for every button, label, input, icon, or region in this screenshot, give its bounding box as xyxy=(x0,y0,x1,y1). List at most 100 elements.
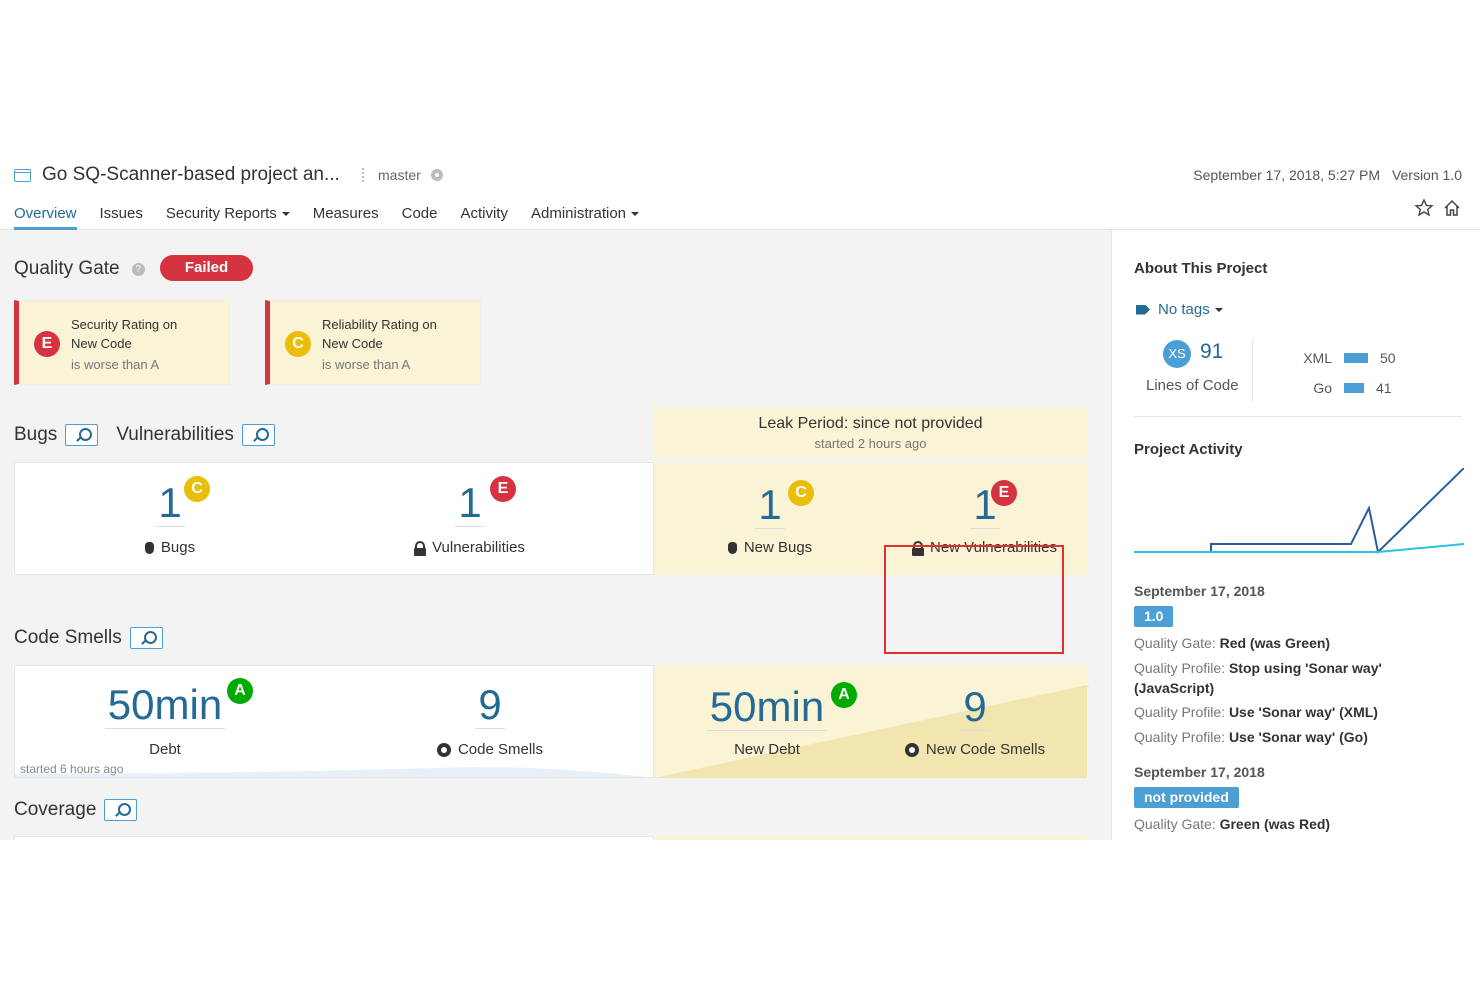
condition-text: Security Rating on New Code is worse tha… xyxy=(71,315,177,374)
condition-metric: Security Rating on xyxy=(71,317,178,332)
favorite-star-icon[interactable] xyxy=(1414,198,1434,218)
project-sidebar: About This Project No tags XS 91 Lines o… xyxy=(1111,230,1480,840)
condition-scope: New Code xyxy=(322,336,383,351)
vulns-search-button[interactable] xyxy=(241,424,275,446)
bug-icon xyxy=(144,541,154,554)
loc-separator xyxy=(1252,340,1253,402)
project-name[interactable]: Go SQ-Scanner-based project an... xyxy=(42,164,340,186)
language-bar xyxy=(1344,383,1364,393)
debt-value[interactable]: 50min xyxy=(104,682,226,729)
condition-reliability-rating[interactable]: C Reliability Rating on New Code is wors… xyxy=(265,300,481,385)
version-badge: not provided xyxy=(1134,787,1239,808)
tab-activity[interactable]: Activity xyxy=(460,205,508,230)
bugs-search-button[interactable] xyxy=(65,424,99,446)
new-code-smells-label: New Code Smells xyxy=(925,741,1046,758)
activity-event: Quality Gate: Red (was Green) xyxy=(1134,633,1454,653)
lines-of-code-value[interactable]: 91 xyxy=(1200,340,1223,364)
version-badge: 1.0 xyxy=(1134,606,1174,627)
coverage-card xyxy=(14,836,654,840)
new-code-smells-metric[interactable]: 9 New Code Smells xyxy=(885,684,1065,758)
vulnerabilities-metric[interactable]: 1 E Vulnerabilities xyxy=(400,476,540,556)
overview-main: Quality Gate ? Failed E Security Rating … xyxy=(0,230,1111,840)
branch-selector[interactable]: master xyxy=(362,167,443,183)
new-debt-value[interactable]: 50min xyxy=(706,684,828,731)
code-smells-search-button[interactable] xyxy=(129,627,163,649)
project-header: Go SQ-Scanner-based project an... master… xyxy=(0,150,1480,230)
activity-date: September 17, 2018 xyxy=(1134,583,1265,599)
bugs-vulns-title: Bugs Vulnerabilities xyxy=(14,424,275,446)
new-bugs-rating-badge[interactable]: C xyxy=(788,480,814,506)
vulns-heading: Vulnerabilities xyxy=(116,424,234,445)
activity-event: Quality Profile: Use 'Sonar way' (XML) xyxy=(1134,702,1454,722)
maintainability-rating-badge[interactable]: A xyxy=(227,678,253,704)
quality-gate-title: Quality Gate ? xyxy=(14,258,145,280)
help-icon[interactable]: ? xyxy=(131,262,145,276)
tags-label[interactable]: No tags xyxy=(1158,301,1223,318)
debt-started-text: started 6 hours ago xyxy=(20,762,124,776)
code-smells-metric[interactable]: 9 Code Smells xyxy=(415,682,565,758)
rating-badge: C xyxy=(285,331,311,357)
event-type: Quality Profile: xyxy=(1134,704,1226,720)
new-bugs-metric[interactable]: 1 C New Bugs xyxy=(700,480,840,556)
branch-name: master xyxy=(378,167,421,183)
condition-threshold: is worse than A xyxy=(71,357,160,372)
rating-badge: E xyxy=(34,331,60,357)
event-type: Quality Profile: xyxy=(1134,660,1226,676)
condition-scope: New Code xyxy=(71,336,132,351)
bugs-value[interactable]: 1 xyxy=(155,480,185,527)
tab-administration[interactable]: Administration xyxy=(531,205,639,230)
language-name: XML xyxy=(1303,350,1332,366)
code-smells-heading: Code Smells xyxy=(14,627,122,648)
new-maintainability-rating-badge[interactable]: A xyxy=(831,682,857,708)
coverage-heading: Coverage xyxy=(14,799,97,820)
analysis-meta: September 17, 2018, 5:27 PM Version 1.0 xyxy=(1193,167,1462,183)
coverage-leak-card xyxy=(654,836,1087,840)
event-type: Quality Gate: xyxy=(1134,816,1216,832)
vulns-rating-badge[interactable]: E xyxy=(490,476,516,502)
tab-overview[interactable]: Overview xyxy=(14,205,77,230)
event-type: Quality Profile: xyxy=(1134,729,1226,745)
about-project-title: About This Project xyxy=(1134,260,1268,277)
language-row-go: Go 41 xyxy=(1302,380,1391,396)
code-smells-value[interactable]: 9 xyxy=(475,682,505,729)
bugs-rating-badge[interactable]: C xyxy=(184,476,210,502)
code-smell-icon xyxy=(436,742,451,757)
header-actions xyxy=(1414,198,1462,218)
bug-icon xyxy=(727,541,737,554)
new-vulns-rating-badge[interactable]: E xyxy=(991,480,1017,506)
event-value: Green (was Red) xyxy=(1219,816,1331,832)
event-value: Red (was Green) xyxy=(1219,635,1331,651)
language-bar xyxy=(1344,353,1368,363)
tab-code[interactable]: Code xyxy=(402,205,438,230)
language-name: Go xyxy=(1313,380,1332,396)
tab-security-reports[interactable]: Security Reports xyxy=(166,205,290,230)
new-bugs-value[interactable]: 1 xyxy=(755,482,785,529)
debt-metric[interactable]: 50min A Debt xyxy=(90,678,253,758)
tags-selector[interactable]: No tags xyxy=(1136,301,1223,318)
activity-sparkline-chart[interactable] xyxy=(1134,468,1464,563)
home-icon[interactable] xyxy=(1442,198,1462,218)
new-debt-metric[interactable]: 50min A New Debt xyxy=(692,682,857,758)
project-nav: Overview Issues Security Reports Measure… xyxy=(14,205,662,230)
tag-icon xyxy=(1136,304,1150,315)
new-code-smells-value[interactable]: 9 xyxy=(960,684,990,731)
new-debt-label: New Debt xyxy=(734,741,800,758)
new-bugs-label: New Bugs xyxy=(743,539,813,556)
vulns-value[interactable]: 1 xyxy=(455,480,485,527)
condition-security-rating[interactable]: E Security Rating on New Code is worse t… xyxy=(14,300,230,385)
lines-of-code-label: Lines of Code xyxy=(1146,377,1239,394)
language-row-xml: XML 50 xyxy=(1302,350,1396,366)
quality-gate-heading: Quality Gate xyxy=(14,258,120,279)
tab-measures[interactable]: Measures xyxy=(313,205,379,230)
project-title[interactable]: Go SQ-Scanner-based project an... xyxy=(14,164,340,186)
bugs-metric[interactable]: 1 C Bugs xyxy=(100,476,240,556)
event-value: Use 'Sonar way' (XML) xyxy=(1228,704,1378,720)
sidebar-separator xyxy=(1134,416,1462,417)
analysis-date: September 17, 2018, 5:27 PM xyxy=(1193,167,1381,183)
coverage-search-button[interactable] xyxy=(104,799,138,821)
lock-icon xyxy=(414,541,427,556)
language-lines: 50 xyxy=(1380,350,1396,366)
tab-issues[interactable]: Issues xyxy=(100,205,143,230)
leak-period-header: Leak Period: since not provided started … xyxy=(654,408,1087,458)
branch-settings-icon[interactable] xyxy=(430,169,443,181)
